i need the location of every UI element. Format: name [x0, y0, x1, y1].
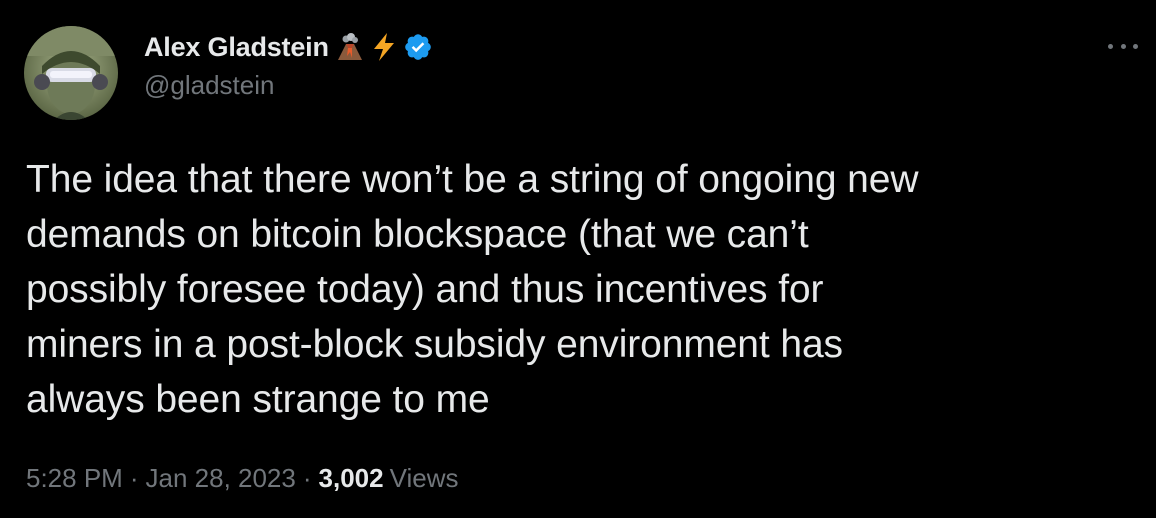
volcano-emoji-icon	[335, 32, 365, 62]
views-count[interactable]: 3,002	[319, 463, 384, 494]
tweet-text: The idea that there won’t be a string of…	[26, 158, 919, 421]
meta-separator: ·	[129, 463, 139, 493]
meta-separator: ·	[302, 463, 312, 493]
tweet-metadata: 5:28 PM · Jan 28, 2023 · 3,002 Views	[26, 463, 459, 494]
tweet-card: Alex Gladstein @gladstein The idea that …	[0, 0, 1156, 518]
avatar-image	[24, 26, 118, 120]
author-display-name[interactable]: Alex Gladstein	[144, 32, 329, 63]
more-dot	[1120, 43, 1126, 49]
author-handle[interactable]: @gladstein	[144, 70, 433, 101]
tweet-date[interactable]: Jan 28, 2023	[146, 463, 296, 494]
tweet-time[interactable]: 5:28 PM	[26, 463, 123, 494]
views-label[interactable]: Views	[390, 463, 459, 494]
more-dot	[1108, 43, 1113, 49]
more-options-icon[interactable]	[1108, 36, 1138, 56]
author-name-row: Alex Gladstein	[144, 30, 433, 64]
verified-badge-icon[interactable]	[403, 32, 433, 62]
author-info: Alex Gladstein @gladstein	[144, 30, 433, 101]
avatar[interactable]	[24, 26, 118, 120]
lightning-emoji-icon	[371, 32, 397, 62]
more-dot	[1133, 43, 1138, 49]
